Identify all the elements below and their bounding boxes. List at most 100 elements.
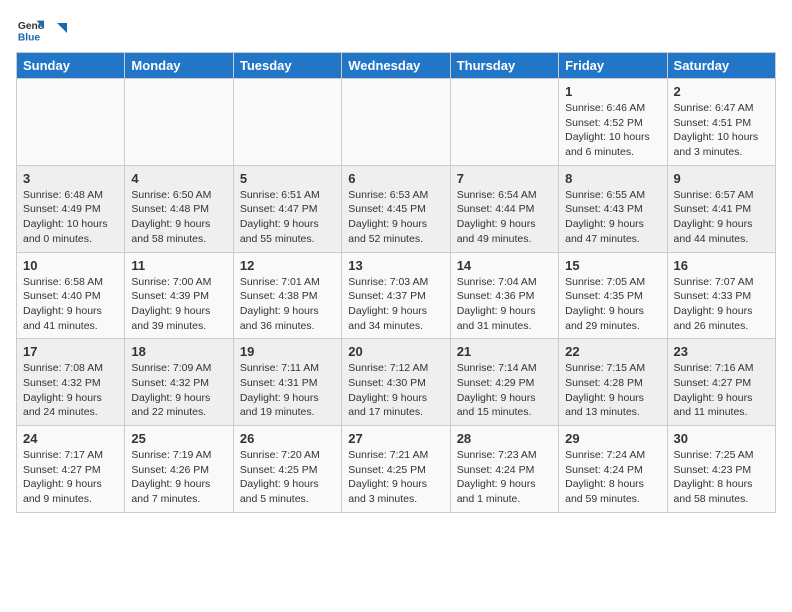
day-info: Sunrise: 7:05 AMSunset: 4:35 PMDaylight:… xyxy=(565,275,660,334)
calendar-cell: 22 Sunrise: 7:15 AMSunset: 4:28 PMDayligh… xyxy=(559,339,667,426)
day-info: Sunrise: 7:03 AMSunset: 4:37 PMDaylight:… xyxy=(348,275,443,334)
calendar-cell: 23 Sunrise: 7:16 AMSunset: 4:27 PMDayligh… xyxy=(667,339,775,426)
calendar-cell: 1Sunrise: 6:46 AMSunset: 4:52 PMDaylight… xyxy=(559,79,667,166)
calendar-cell: 30 Sunrise: 7:25 AMSunset: 4:23 PMDayligh… xyxy=(667,426,775,513)
day-info: Sunrise: 6:46 AMSunset: 4:52 PMDaylight:… xyxy=(565,101,660,160)
weekday-header-sunday: Sunday xyxy=(17,53,125,79)
day-info: Sunrise: 7:21 AMSunset: 4:25 PMDaylight:… xyxy=(348,448,443,507)
day-number: 28 xyxy=(457,431,552,446)
day-number: 19 xyxy=(240,344,335,359)
day-info: Sunrise: 7:07 AMSunset: 4:33 PMDaylight:… xyxy=(674,275,769,334)
calendar-cell: 10 Sunrise: 6:58 AMSunset: 4:40 PMDayligh… xyxy=(17,252,125,339)
calendar-cell: 3 Sunrise: 6:48 AMSunset: 4:49 PMDaylight… xyxy=(17,165,125,252)
logo-arrow-icon xyxy=(49,21,67,39)
day-info: Sunrise: 7:16 AMSunset: 4:27 PMDaylight:… xyxy=(674,361,769,420)
calendar-cell: 26 Sunrise: 7:20 AMSunset: 4:25 PMDayligh… xyxy=(233,426,341,513)
day-number: 22 xyxy=(565,344,660,359)
svg-text:Blue: Blue xyxy=(18,32,41,43)
week-row-1: 1Sunrise: 6:46 AMSunset: 4:52 PMDaylight… xyxy=(17,79,776,166)
day-number: 5 xyxy=(240,171,335,186)
calendar-cell: 17 Sunrise: 7:08 AMSunset: 4:32 PMDayligh… xyxy=(17,339,125,426)
day-info: Sunrise: 7:12 AMSunset: 4:30 PMDaylight:… xyxy=(348,361,443,420)
calendar-cell xyxy=(450,79,558,166)
day-number: 2 xyxy=(674,84,769,99)
calendar-cell: 12 Sunrise: 7:01 AMSunset: 4:38 PMDayligh… xyxy=(233,252,341,339)
calendar-cell: 28 Sunrise: 7:23 AMSunset: 4:24 PMDayligh… xyxy=(450,426,558,513)
calendar-cell: 24Sunrise: 7:17 AMSunset: 4:27 PMDayligh… xyxy=(17,426,125,513)
day-number: 15 xyxy=(565,258,660,273)
calendar-cell: 20Sunrise: 7:12 AMSunset: 4:30 PMDayligh… xyxy=(342,339,450,426)
weekday-header-saturday: Saturday xyxy=(667,53,775,79)
day-info: Sunrise: 7:01 AMSunset: 4:38 PMDaylight:… xyxy=(240,275,335,334)
day-number: 17 xyxy=(23,344,118,359)
calendar-cell: 4 Sunrise: 6:50 AMSunset: 4:48 PMDaylight… xyxy=(125,165,233,252)
day-info: Sunrise: 7:15 AMSunset: 4:28 PMDaylight:… xyxy=(565,361,660,420)
calendar-cell: 11Sunrise: 7:00 AMSunset: 4:39 PMDayligh… xyxy=(125,252,233,339)
day-number: 18 xyxy=(131,344,226,359)
day-number: 25 xyxy=(131,431,226,446)
day-info: Sunrise: 6:48 AMSunset: 4:49 PMDaylight:… xyxy=(23,188,118,247)
calendar-cell: 21Sunrise: 7:14 AMSunset: 4:29 PMDayligh… xyxy=(450,339,558,426)
day-number: 6 xyxy=(348,171,443,186)
calendar-cell: 2 Sunrise: 6:47 AMSunset: 4:51 PMDaylight… xyxy=(667,79,775,166)
week-row-3: 10 Sunrise: 6:58 AMSunset: 4:40 PMDayligh… xyxy=(17,252,776,339)
day-info: Sunrise: 6:57 AMSunset: 4:41 PMDaylight:… xyxy=(674,188,769,247)
calendar-cell: 5 Sunrise: 6:51 AMSunset: 4:47 PMDaylight… xyxy=(233,165,341,252)
day-number: 29 xyxy=(565,431,660,446)
day-info: Sunrise: 6:47 AMSunset: 4:51 PMDaylight:… xyxy=(674,101,769,160)
week-row-4: 17 Sunrise: 7:08 AMSunset: 4:32 PMDayligh… xyxy=(17,339,776,426)
calendar-cell: 9 Sunrise: 6:57 AMSunset: 4:41 PMDaylight… xyxy=(667,165,775,252)
day-info: Sunrise: 7:20 AMSunset: 4:25 PMDaylight:… xyxy=(240,448,335,507)
day-number: 27 xyxy=(348,431,443,446)
logo: General Blue xyxy=(16,16,67,44)
day-info: Sunrise: 6:51 AMSunset: 4:47 PMDaylight:… xyxy=(240,188,335,247)
day-info: Sunrise: 7:23 AMSunset: 4:24 PMDaylight:… xyxy=(457,448,552,507)
day-number: 26 xyxy=(240,431,335,446)
day-info: Sunrise: 7:08 AMSunset: 4:32 PMDaylight:… xyxy=(23,361,118,420)
calendar-cell: 18 Sunrise: 7:09 AMSunset: 4:32 PMDayligh… xyxy=(125,339,233,426)
calendar-cell: 29 Sunrise: 7:24 AMSunset: 4:24 PMDayligh… xyxy=(559,426,667,513)
weekday-header-row: SundayMondayTuesdayWednesdayThursdayFrid… xyxy=(17,53,776,79)
calendar-cell: 15 Sunrise: 7:05 AMSunset: 4:35 PMDayligh… xyxy=(559,252,667,339)
day-number: 11 xyxy=(131,258,226,273)
calendar-cell: 14 Sunrise: 7:04 AMSunset: 4:36 PMDayligh… xyxy=(450,252,558,339)
day-info: Sunrise: 7:11 AMSunset: 4:31 PMDaylight:… xyxy=(240,361,335,420)
day-info: Sunrise: 7:09 AMSunset: 4:32 PMDaylight:… xyxy=(131,361,226,420)
day-info: Sunrise: 6:50 AMSunset: 4:48 PMDaylight:… xyxy=(131,188,226,247)
day-number: 30 xyxy=(674,431,769,446)
day-info: Sunrise: 6:55 AMSunset: 4:43 PMDaylight:… xyxy=(565,188,660,247)
day-number: 14 xyxy=(457,258,552,273)
day-number: 3 xyxy=(23,171,118,186)
calendar-cell: 6 Sunrise: 6:53 AMSunset: 4:45 PMDaylight… xyxy=(342,165,450,252)
calendar-cell xyxy=(342,79,450,166)
day-info: Sunrise: 7:14 AMSunset: 4:29 PMDaylight:… xyxy=(457,361,552,420)
day-number: 4 xyxy=(131,171,226,186)
day-info: Sunrise: 6:54 AMSunset: 4:44 PMDaylight:… xyxy=(457,188,552,247)
calendar-cell xyxy=(233,79,341,166)
calendar-cell: 25Sunrise: 7:19 AMSunset: 4:26 PMDayligh… xyxy=(125,426,233,513)
weekday-header-thursday: Thursday xyxy=(450,53,558,79)
calendar-cell xyxy=(17,79,125,166)
calendar-cell: 27 Sunrise: 7:21 AMSunset: 4:25 PMDayligh… xyxy=(342,426,450,513)
weekday-header-monday: Monday xyxy=(125,53,233,79)
day-number: 13 xyxy=(348,258,443,273)
calendar-cell: 7Sunrise: 6:54 AMSunset: 4:44 PMDaylight… xyxy=(450,165,558,252)
day-info: Sunrise: 6:58 AMSunset: 4:40 PMDaylight:… xyxy=(23,275,118,334)
day-number: 9 xyxy=(674,171,769,186)
day-info: Sunrise: 7:04 AMSunset: 4:36 PMDaylight:… xyxy=(457,275,552,334)
day-number: 12 xyxy=(240,258,335,273)
weekday-header-wednesday: Wednesday xyxy=(342,53,450,79)
calendar-cell: 13 Sunrise: 7:03 AMSunset: 4:37 PMDayligh… xyxy=(342,252,450,339)
week-row-2: 3 Sunrise: 6:48 AMSunset: 4:49 PMDaylight… xyxy=(17,165,776,252)
day-number: 23 xyxy=(674,344,769,359)
day-info: Sunrise: 7:17 AMSunset: 4:27 PMDaylight:… xyxy=(23,448,118,507)
week-row-5: 24Sunrise: 7:17 AMSunset: 4:27 PMDayligh… xyxy=(17,426,776,513)
calendar-table: SundayMondayTuesdayWednesdayThursdayFrid… xyxy=(16,52,776,513)
day-info: Sunrise: 6:53 AMSunset: 4:45 PMDaylight:… xyxy=(348,188,443,247)
day-number: 10 xyxy=(23,258,118,273)
day-info: Sunrise: 7:25 AMSunset: 4:23 PMDaylight:… xyxy=(674,448,769,507)
calendar-cell: 8 Sunrise: 6:55 AMSunset: 4:43 PMDaylight… xyxy=(559,165,667,252)
day-number: 8 xyxy=(565,171,660,186)
day-info: Sunrise: 7:24 AMSunset: 4:24 PMDaylight:… xyxy=(565,448,660,507)
weekday-header-tuesday: Tuesday xyxy=(233,53,341,79)
